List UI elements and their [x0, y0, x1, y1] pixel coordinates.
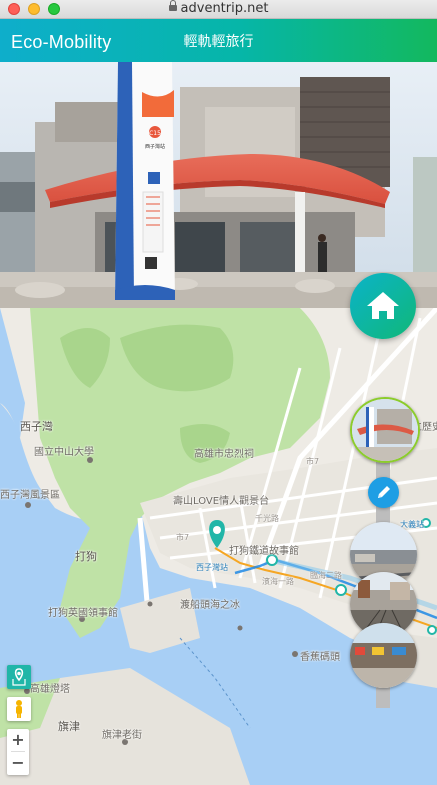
street-view-pegman-icon [16, 700, 22, 718]
app-header: Eco-Mobility 輕軌輕旅行 [0, 19, 437, 62]
browser-titlebar: adventrip.net [0, 0, 437, 19]
map-label: 市7 [176, 533, 190, 542]
map-label[interactable]: 濱海一路 [262, 576, 294, 587]
map-label[interactable]: 西子灣風景區 [0, 486, 60, 501]
map-label[interactable]: 西子灣站 [196, 562, 228, 573]
page-title: 輕軌輕旅行 [183, 34, 254, 50]
map-label[interactable]: 打狗英國領事館 [48, 604, 118, 619]
map-label[interactable]: 渡船頭海之冰 [180, 596, 240, 611]
map-label[interactable]: 打狗鐵道故事館 [229, 542, 299, 557]
map-layers-button[interactable] [7, 665, 31, 689]
map-marker-icon [12, 668, 26, 686]
address-bar[interactable]: adventrip.net [0, 0, 437, 16]
street-view-button[interactable] [7, 697, 31, 721]
map-label[interactable]: 臨海二路 [310, 570, 342, 581]
map-label[interactable]: 西子灣 [20, 418, 53, 434]
home-icon [367, 292, 399, 319]
home-button[interactable] [350, 273, 416, 339]
map-label[interactable]: 高雄燈塔 [30, 680, 70, 695]
stop-photo [352, 399, 418, 461]
url-text: adventrip.net [180, 1, 269, 16]
edit-button[interactable] [368, 477, 399, 508]
stop-photo [350, 623, 417, 688]
zoom-control: + − [7, 729, 29, 775]
zoom-in-button[interactable]: + [7, 729, 29, 751]
map-label[interactable]: 旗津 [58, 718, 80, 734]
map-label[interactable]: 國立中山大學 [34, 443, 94, 458]
station-sign: C15 西子灣站 [115, 62, 175, 300]
zoom-out-button[interactable]: − [7, 752, 29, 774]
stop-thumbnail-active[interactable] [350, 397, 420, 463]
lock-icon [168, 0, 177, 11]
map-label[interactable]: 千光路 [255, 513, 279, 524]
station-photo-illustration: C15 西子灣站 [0, 62, 437, 308]
sign-title: 西子灣站 [145, 143, 165, 150]
stop-thumbnail[interactable] [350, 623, 417, 688]
map-label[interactable]: 壽山LOVE情人觀景台 [173, 492, 269, 507]
map-label[interactable]: 高雄市忠烈祠 [194, 445, 254, 460]
map-label[interactable]: 旗津老街 [102, 726, 142, 741]
sign-number: C15 [149, 130, 161, 137]
station-photo: C15 西子灣站 [0, 62, 437, 308]
map-label[interactable]: 打狗 [75, 548, 97, 564]
pencil-icon [378, 486, 390, 498]
map-label[interactable]: 香蕉碼頭 [300, 648, 340, 663]
map-label: 市7 [306, 457, 320, 466]
